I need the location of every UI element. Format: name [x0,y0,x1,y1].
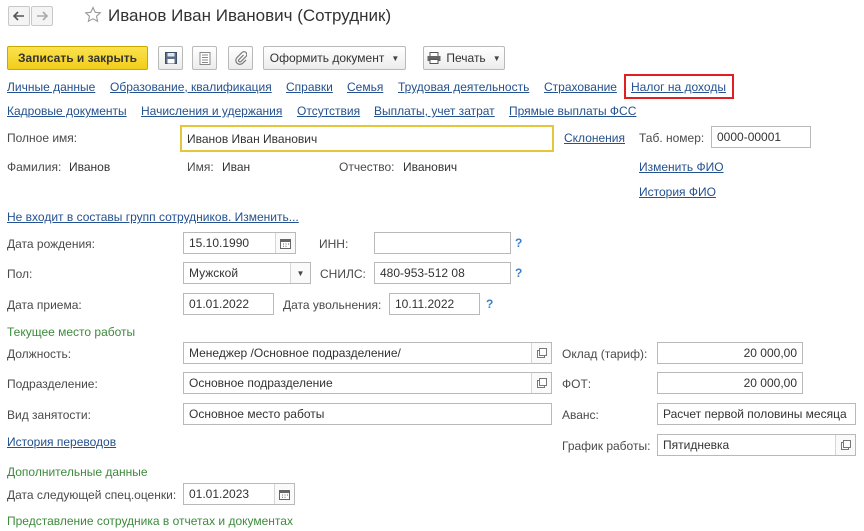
open-form-icon[interactable] [531,373,551,393]
hire-date-input[interactable]: 01.01.2022 [183,293,274,315]
salary-input[interactable]: 20 000,00 [657,342,803,364]
forward-button[interactable] [31,6,53,26]
tab-insurance[interactable]: Страхование [544,80,617,94]
calendar-icon[interactable] [274,484,294,504]
save-button[interactable] [158,46,183,70]
document-list-button[interactable] [192,46,217,70]
inn-label: ИНН: [319,237,349,251]
list-icon [199,51,210,65]
gender-value: Мужской [189,266,239,280]
surname-value: Иванов [69,160,111,174]
fio-history-link[interactable]: История ФИО [639,185,716,199]
department-input[interactable]: Основное подразделение [183,372,552,394]
name-label: Имя: [187,160,214,174]
tab-personal-data[interactable]: Личные данные [7,80,95,94]
salary-label: Оклад (тариф): [562,347,648,361]
birth-date-label: Дата рождения: [7,237,95,251]
print-label: Печать [446,51,486,65]
arrow-right-icon [37,11,48,21]
snils-label: СНИЛС: [320,267,366,281]
gender-select[interactable]: Мужской ▼ [183,262,311,284]
position-input[interactable]: Менеджер /Основное подразделение/ [183,342,552,364]
printer-icon [427,52,441,64]
save-and-close-button[interactable]: Записать и закрыть [7,46,148,70]
tab-certificates[interactable]: Справки [286,80,333,94]
full-name-input[interactable]: Иванов Иван Иванович [180,125,554,152]
fot-input[interactable]: 20 000,00 [657,372,803,394]
full-name-label: Полное имя: [7,131,78,145]
open-form-icon[interactable] [531,343,551,363]
inn-help-icon[interactable]: ? [515,236,522,250]
chevron-down-icon: ▼ [492,53,501,63]
advance-input[interactable]: Расчет первой половины месяца [657,403,856,425]
birth-date-input[interactable]: 15.10.1990 [183,232,296,254]
surname-label: Фамилия: [7,160,62,174]
work-schedule-value: Пятидневка [663,438,730,452]
department-label: Подразделение: [7,377,98,391]
snils-help-icon[interactable]: ? [515,266,522,280]
tab-hr-documents[interactable]: Кадровые документы [7,104,127,118]
dismissal-help-icon[interactable]: ? [486,297,493,311]
tab-education[interactable]: Образование, квалификация [110,80,272,94]
fot-label: ФОТ: [562,377,592,391]
gender-label: Пол: [7,267,33,281]
chevron-down-icon[interactable]: ▼ [290,263,310,283]
tab-number-label: Таб. номер: [639,131,705,145]
tab-accruals-deductions[interactable]: Начисления и удержания [141,104,282,118]
patronymic-label: Отчество: [339,160,395,174]
work-schedule-input[interactable]: Пятидневка [657,434,856,456]
favorite-star-icon[interactable] [84,6,102,27]
birth-date-value: 15.10.1990 [189,236,250,250]
snils-input[interactable]: 480-953-512 08 [374,262,511,284]
current-workplace-section-title: Текущее место работы [7,325,136,339]
employment-type-label: Вид занятости: [7,408,91,422]
additional-data-section-title: Дополнительные данные [7,465,148,479]
position-value: Менеджер /Основное подразделение/ [189,346,401,360]
position-label: Должность: [7,347,72,361]
tab-absences[interactable]: Отсутствия [297,104,360,118]
declensions-link[interactable]: Склонения [564,131,625,145]
inn-input[interactable] [374,232,511,254]
chevron-down-icon: ▼ [391,53,400,63]
paperclip-icon [234,51,247,65]
calendar-icon[interactable] [275,233,295,253]
department-value: Основное подразделение [189,376,333,390]
dismissal-date-input[interactable]: 10.11.2022 [389,293,480,315]
window-title: Иванов Иван Иванович (Сотрудник) [108,6,392,25]
employment-type-input[interactable]: Основное место работы [183,403,552,425]
attach-file-button[interactable] [228,46,253,70]
tab-number-input[interactable]: 0000-00001 [711,126,811,148]
next-assessment-label: Дата следующей спец.оценки: [7,488,177,502]
transfer-history-link[interactable]: История переводов [7,435,116,449]
open-form-icon[interactable] [835,435,855,455]
tab-payments-costs[interactable]: Выплаты, учет затрат [374,104,495,118]
next-assessment-value: 01.01.2023 [189,487,250,501]
hire-date-label: Дата приема: [7,298,82,312]
tab-family[interactable]: Семья [347,80,383,94]
employee-groups-link[interactable]: Не входит в составы групп сотрудников. И… [7,210,299,224]
next-assessment-input[interactable]: 01.01.2023 [183,483,295,505]
tab-income-tax[interactable]: Налог на доходы [631,80,726,94]
representation-section-title: Представление сотрудника в отчетах и док… [7,514,293,528]
work-schedule-label: График работы: [562,439,651,453]
back-button[interactable] [8,6,30,26]
tab-fss-payments[interactable]: Прямые выплаты ФСС [509,104,636,118]
dismissal-date-label: Дата увольнения: [283,298,382,312]
print-dropdown[interactable]: Печать ▼ [423,46,505,70]
create-document-label: Оформить документ [269,51,385,65]
arrow-left-icon [13,11,24,21]
patronymic-value: Иванович [403,160,458,174]
name-value: Иван [222,160,251,174]
create-document-dropdown[interactable]: Оформить документ ▼ [263,46,406,70]
advance-label: Аванс: [562,408,599,422]
tab-labor-activity[interactable]: Трудовая деятельность [398,80,529,94]
floppy-disk-icon [164,52,177,64]
change-fio-link[interactable]: Изменить ФИО [639,160,724,174]
